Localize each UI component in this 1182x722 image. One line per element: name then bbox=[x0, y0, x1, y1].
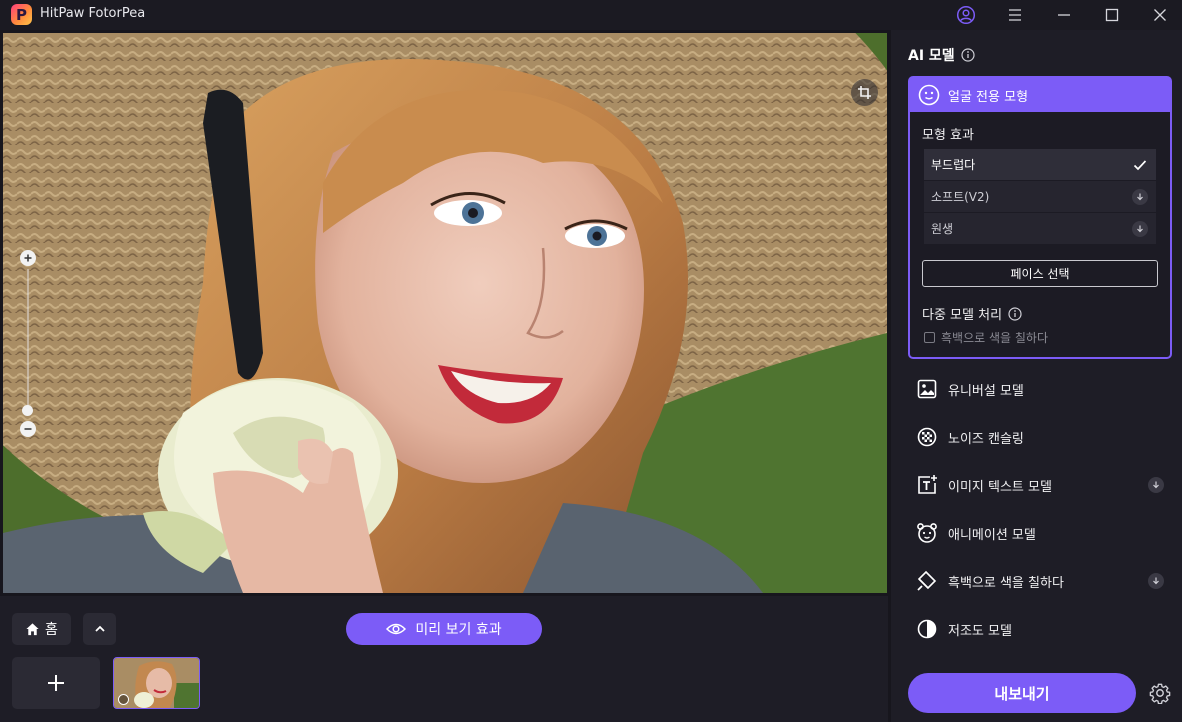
model-universal[interactable]: 유니버설 모델 bbox=[908, 369, 1172, 409]
title-bar: P HitPaw FotorPea bbox=[0, 0, 1182, 30]
image-icon bbox=[916, 378, 938, 400]
model-label: 흑백으로 색을 칠하다 bbox=[948, 575, 1064, 591]
image-thumbnail[interactable] bbox=[113, 657, 200, 709]
gear-icon[interactable] bbox=[1147, 680, 1173, 706]
multi-model-section: 다중 모델 처리 bbox=[922, 304, 1022, 323]
multi-model-label: 다중 모델 처리 bbox=[922, 308, 1003, 323]
checkmark-icon bbox=[1132, 157, 1148, 173]
model-noise-reduction[interactable]: 노이즈 캔슬링 bbox=[908, 417, 1172, 457]
download-icon[interactable] bbox=[1132, 189, 1148, 205]
close-icon[interactable] bbox=[1148, 3, 1172, 27]
colorize-checkbox-label: 흑백으로 색을 칠하다 bbox=[941, 331, 1048, 345]
maximize-icon[interactable] bbox=[1100, 3, 1124, 27]
model-image-text[interactable]: 이미지 텍스트 모델 bbox=[908, 465, 1172, 505]
model-label: 저조도 모델 bbox=[948, 623, 1012, 639]
home-label: 홈 bbox=[45, 622, 58, 638]
model-label: 이미지 텍스트 모델 bbox=[948, 479, 1052, 495]
face-model-label: 얼굴 전용 모형 bbox=[948, 89, 1029, 105]
contrast-icon bbox=[916, 618, 938, 640]
add-image-button[interactable] bbox=[12, 657, 100, 709]
anime-face-icon bbox=[916, 522, 938, 544]
info-icon[interactable] bbox=[1008, 306, 1022, 321]
preview-effect-label: 미리 보기 효과 bbox=[415, 622, 502, 638]
paint-bucket-icon bbox=[916, 570, 938, 592]
ai-model-header: AI 모델 bbox=[908, 45, 975, 65]
colorize-checkbox[interactable] bbox=[924, 332, 935, 343]
account-icon[interactable] bbox=[954, 3, 978, 27]
text-image-icon bbox=[916, 474, 938, 496]
preview-effect-button[interactable]: 미리 보기 효과 bbox=[346, 613, 542, 645]
model-effect-label: 모형 효과 bbox=[922, 128, 974, 143]
home-icon bbox=[26, 622, 39, 635]
model-colorize[interactable]: 흑백으로 색을 칠하다 bbox=[908, 561, 1172, 601]
app-title: HitPaw FotorPea bbox=[40, 6, 146, 21]
download-icon[interactable] bbox=[1148, 477, 1164, 493]
face-icon bbox=[918, 84, 940, 106]
effect-option-soft-v2[interactable]: 소프트(V2) bbox=[924, 181, 1156, 212]
portrait-photo bbox=[3, 33, 887, 593]
effect-option-smooth[interactable]: 부드럽다 bbox=[924, 149, 1156, 180]
app-logo: P bbox=[11, 4, 32, 25]
minimize-icon[interactable] bbox=[1052, 3, 1076, 27]
home-button[interactable]: 홈 bbox=[12, 613, 71, 645]
plus-icon bbox=[48, 675, 64, 691]
menu-icon[interactable] bbox=[1003, 3, 1027, 27]
model-label: 유니버설 모델 bbox=[948, 383, 1024, 399]
export-button[interactable]: 내보내기 bbox=[908, 673, 1136, 713]
face-model-header[interactable]: 얼굴 전용 모형 bbox=[910, 78, 1170, 112]
effect-option-label: 부드럽다 bbox=[931, 158, 976, 172]
download-icon[interactable] bbox=[1148, 573, 1164, 589]
model-low-light[interactable]: 저조도 모델 bbox=[908, 609, 1172, 649]
colorize-checkbox-row[interactable]: 흑백으로 색을 칠하다 bbox=[924, 329, 1048, 346]
noise-icon bbox=[916, 426, 938, 448]
collapse-button[interactable] bbox=[83, 613, 116, 645]
info-icon[interactable] bbox=[961, 48, 975, 62]
effect-option-label: 소프트(V2) bbox=[931, 190, 990, 204]
effect-option-original[interactable]: 원생 bbox=[924, 213, 1156, 244]
zoom-out-icon[interactable] bbox=[20, 421, 36, 437]
crop-icon[interactable] bbox=[851, 79, 878, 106]
model-label: 노이즈 캔슬링 bbox=[948, 431, 1024, 447]
zoom-slider-thumb[interactable] bbox=[22, 405, 33, 416]
model-animation[interactable]: 애니메이션 모델 bbox=[908, 513, 1172, 553]
chevron-up-icon bbox=[94, 625, 105, 632]
face-badge-icon bbox=[118, 694, 129, 705]
eye-icon bbox=[386, 623, 407, 635]
zoom-slider-track[interactable] bbox=[27, 269, 29, 415]
face-select-button[interactable]: 페이스 선택 bbox=[922, 260, 1158, 287]
zoom-in-icon[interactable] bbox=[20, 250, 36, 266]
effect-option-label: 원생 bbox=[931, 222, 954, 236]
ai-model-title: AI 모델 bbox=[908, 48, 955, 64]
download-icon[interactable] bbox=[1132, 221, 1148, 237]
preview-canvas[interactable] bbox=[3, 33, 887, 593]
model-label: 애니메이션 모델 bbox=[948, 527, 1036, 543]
